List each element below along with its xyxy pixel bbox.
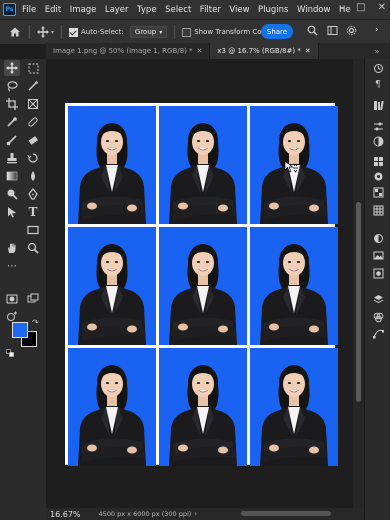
brush-icon[interactable] <box>4 132 20 148</box>
move-cursor-icon <box>284 159 298 178</box>
blur-icon[interactable] <box>25 168 41 184</box>
screen-mode-icon[interactable] <box>25 291 41 307</box>
swap-colors-icon[interactable]: ↷ <box>32 318 39 327</box>
document-info[interactable]: 4500 px x 6000 px (300 ppi) <box>99 510 192 518</box>
tools-panel: T ⋯ ↷ <box>0 59 47 520</box>
menu-edit[interactable]: Edit <box>45 5 61 15</box>
passport-photo <box>68 227 156 345</box>
passport-photo <box>250 348 338 466</box>
canvas-area[interactable] <box>46 59 364 508</box>
object-select-icon[interactable] <box>25 78 41 94</box>
history-brush-icon[interactable] <box>25 150 41 166</box>
stamp-icon[interactable] <box>4 150 20 166</box>
default-colors-icon[interactable] <box>6 342 14 357</box>
zoom-icon[interactable] <box>25 240 41 256</box>
document-canvas[interactable] <box>65 103 338 466</box>
paragraph-icon[interactable]: ¶ <box>372 79 384 91</box>
marquee-icon[interactable] <box>25 60 41 76</box>
tab-label: Image 1.png @ 50% (Image 1, RGB/8) * <box>53 47 193 55</box>
menu-file[interactable]: File <box>22 5 36 15</box>
vertical-scrollbar[interactable] <box>353 59 364 508</box>
home-icon[interactable] <box>8 25 22 39</box>
options-bar: ▾ Auto-Select: Group ▾ Show Transform Co… <box>0 19 390 44</box>
close-icon[interactable]: ✕ <box>305 47 311 55</box>
channels-icon[interactable] <box>372 311 384 323</box>
hand-icon[interactable] <box>4 240 20 256</box>
vertical-scrollbar-thumb[interactable] <box>356 202 361 402</box>
auto-select-mode-dropdown[interactable]: Group ▾ <box>129 26 168 38</box>
menu-type[interactable]: Type <box>137 5 157 15</box>
document-tabs: Image 1.png @ 50% (Image 1, RGB/8) * ✕ x… <box>46 43 364 59</box>
settings-icon[interactable] <box>346 25 357 39</box>
passport-photo <box>159 348 247 466</box>
foreground-color-swatch-front[interactable] <box>12 322 28 338</box>
more-tools-icon[interactable]: ⋯ <box>4 258 20 274</box>
menu-plugins[interactable]: Plugins <box>258 5 288 15</box>
passport-photo <box>250 227 338 345</box>
healing-icon[interactable] <box>25 114 41 130</box>
brush-presets-icon[interactable] <box>372 170 384 182</box>
eyedropper-icon[interactable] <box>4 114 20 130</box>
gradients-icon[interactable] <box>372 186 384 198</box>
passport-photo <box>68 348 156 466</box>
paths-icon[interactable] <box>372 327 384 339</box>
eraser-icon[interactable] <box>25 132 41 148</box>
properties-icon[interactable] <box>372 120 384 132</box>
lasso-icon[interactable] <box>4 78 20 94</box>
auto-select-label: Auto-Select: <box>81 28 124 36</box>
show-transform-controls-checkbox[interactable] <box>182 27 192 37</box>
menu-bar: Ps File Edit Image Layer Type Select Fil… <box>0 0 390 19</box>
status-bar: 16.67% 4500 px x 6000 px (300 ppi) › <box>46 508 364 520</box>
zoom-level[interactable]: 16.67% <box>50 510 81 519</box>
menu-filter[interactable]: Filter <box>200 5 221 15</box>
right-panel-dock: ¶ <box>364 59 390 520</box>
swatches-icon[interactable] <box>372 155 384 167</box>
share-button[interactable]: Share <box>261 24 293 39</box>
pen-icon[interactable] <box>25 186 41 202</box>
adjustments-icon[interactable] <box>372 135 384 147</box>
patterns-icon[interactable] <box>372 204 384 216</box>
crop-icon[interactable] <box>4 96 20 112</box>
chevron-right-icon[interactable]: › <box>375 25 379 35</box>
image-icon[interactable] <box>372 249 384 261</box>
search-icon[interactable] <box>307 25 318 39</box>
layers-icon[interactable] <box>372 293 384 305</box>
auto-select-checkbox[interactable] <box>69 27 79 37</box>
menu-layer[interactable]: Layer <box>105 5 129 15</box>
maximize-icon[interactable]: □ <box>356 2 365 13</box>
chevron-right-icon[interactable]: › <box>194 510 197 518</box>
shape-icon[interactable] <box>25 222 41 238</box>
path-select-icon[interactable] <box>4 204 20 220</box>
move-icon[interactable] <box>4 60 20 76</box>
passport-photo <box>159 106 247 224</box>
minimize-icon[interactable]: – <box>339 2 344 13</box>
chevron-down-icon: ▾ <box>159 28 163 36</box>
dodge-icon[interactable] <box>4 186 20 202</box>
styles-icon[interactable] <box>372 232 384 244</box>
tab-x3[interactable]: x3 @ 16.7% (RGB/8#) * ✕ <box>210 43 319 59</box>
menu-image[interactable]: Image <box>70 5 97 15</box>
history-icon[interactable] <box>372 62 384 74</box>
tab-image-1[interactable]: Image 1.png @ 50% (Image 1, RGB/8) * ✕ <box>46 43 211 59</box>
close-icon[interactable]: ✕ <box>197 47 203 55</box>
libraries-icon[interactable] <box>372 99 384 111</box>
menu-select[interactable]: Select <box>165 5 191 15</box>
gradient-icon[interactable] <box>4 168 20 184</box>
menu-view[interactable]: View <box>229 5 249 15</box>
passport-photo <box>159 227 247 345</box>
quick-mask-icon[interactable] <box>4 291 20 307</box>
frame-icon[interactable] <box>25 96 41 112</box>
close-window-icon[interactable]: ✕ <box>378 2 386 13</box>
horizontal-scrollbar-thumb[interactable] <box>241 511 331 516</box>
photoshop-logo: Ps <box>3 3 16 16</box>
collapse-panels-icon[interactable]: » <box>364 43 390 59</box>
passport-photo <box>68 106 156 224</box>
shapes-icon[interactable] <box>372 267 384 279</box>
menu-window[interactable]: Window <box>297 5 331 15</box>
move-tool-options-icon[interactable]: ▾ <box>37 26 54 38</box>
workspace-icon[interactable] <box>327 25 338 39</box>
type-icon[interactable]: T <box>25 204 41 220</box>
auto-select-mode-value: Group <box>134 28 157 36</box>
tab-label: x3 @ 16.7% (RGB/8#) * <box>217 47 301 55</box>
